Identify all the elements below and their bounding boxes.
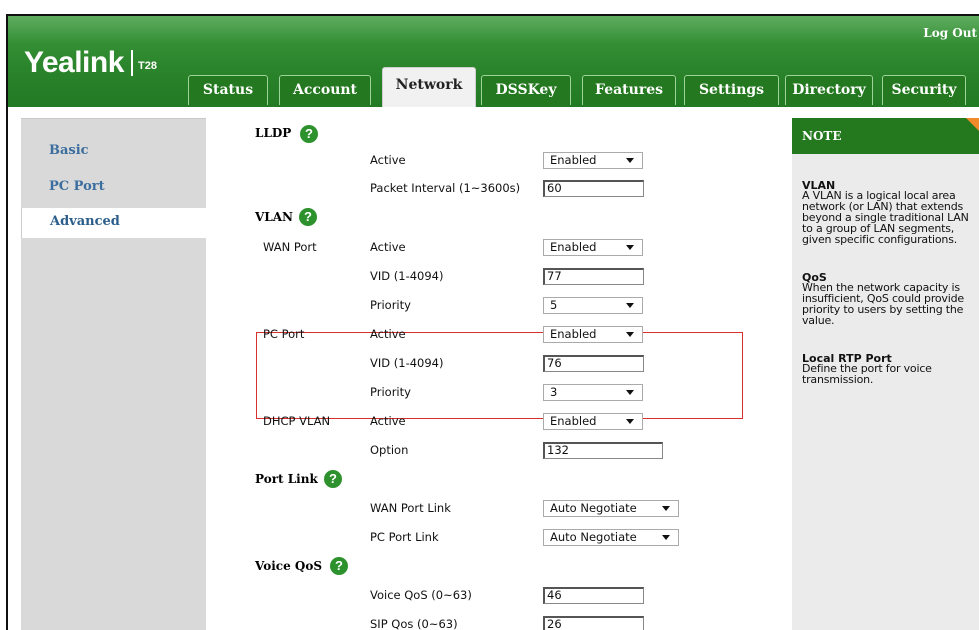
chevron-down-icon bbox=[662, 535, 670, 540]
brand-logo: Yealink bbox=[24, 46, 124, 79]
sip-qos-label: SIP Qos (0~63) bbox=[370, 617, 458, 630]
lldp-section-title: LLDP bbox=[255, 126, 292, 140]
screenshot-frame: Yealink T28 Log Out Status Account Netwo… bbox=[0, 0, 979, 630]
content-area: Basic PC Port Advanced LLDP ? Active Ena… bbox=[8, 107, 979, 630]
pc-vid-label: VID (1-4094) bbox=[370, 356, 444, 370]
left-sidebar: Basic PC Port Advanced bbox=[21, 118, 206, 630]
sidebar-item-basic[interactable]: Basic bbox=[21, 137, 206, 167]
tab-security[interactable]: Security bbox=[882, 75, 966, 105]
chevron-down-icon bbox=[662, 506, 670, 511]
dhcp-option-label: Option bbox=[370, 443, 409, 457]
tab-settings[interactable]: Settings bbox=[684, 75, 779, 105]
tab-account[interactable]: Account bbox=[279, 75, 371, 105]
port-link-section-title: Port Link bbox=[255, 472, 318, 486]
vlan-section-title: VLAN bbox=[255, 210, 294, 224]
chevron-down-icon bbox=[626, 419, 634, 424]
pc-port-group-label: PC Port bbox=[263, 327, 305, 341]
pc-port-highlight-box bbox=[256, 332, 743, 419]
wan-active-label: Active bbox=[370, 240, 406, 254]
lldp-active-value: Enabled bbox=[550, 153, 597, 167]
wan-priority-value: 5 bbox=[550, 298, 558, 312]
note-corner-decoration bbox=[966, 118, 979, 135]
pc-priority-value: 3 bbox=[550, 385, 558, 399]
wan-priority-label: Priority bbox=[370, 298, 411, 312]
pc-active-select[interactable]: Enabled bbox=[543, 326, 643, 343]
pc-port-link-select[interactable]: Auto Negotiate bbox=[543, 529, 679, 546]
note-header: NOTE bbox=[792, 118, 979, 154]
tab-directory[interactable]: Directory bbox=[785, 75, 873, 105]
logo-separator bbox=[131, 50, 133, 76]
wan-port-link-label: WAN Port Link bbox=[370, 501, 451, 515]
dhcp-vlan-group-label: DHCP VLAN bbox=[263, 414, 331, 428]
tab-dsskey[interactable]: DSSKey bbox=[481, 75, 571, 105]
pc-priority-select[interactable]: 3 bbox=[543, 384, 643, 401]
dhcp-option-input[interactable]: 132 bbox=[543, 442, 663, 459]
voice-qos-label: Voice QoS (0~63) bbox=[370, 588, 472, 602]
wan-vid-input[interactable]: 77 bbox=[543, 268, 644, 285]
pc-port-link-label: PC Port Link bbox=[370, 530, 439, 544]
voice-qos-section-title: Voice QoS bbox=[255, 559, 323, 573]
wan-active-select[interactable]: Enabled bbox=[543, 239, 643, 256]
logout-link[interactable]: Log Out bbox=[923, 26, 977, 40]
wan-port-link-value: Auto Negotiate bbox=[550, 501, 637, 515]
lldp-interval-label: Packet Interval (1~3600s) bbox=[370, 181, 521, 195]
web-ui-window: Yealink T28 Log Out Status Account Netwo… bbox=[6, 14, 979, 630]
vlan-help-icon[interactable]: ? bbox=[299, 208, 317, 226]
pc-vid-input[interactable]: 76 bbox=[543, 355, 644, 372]
chevron-down-icon bbox=[626, 158, 634, 163]
lldp-active-label: Active bbox=[370, 153, 406, 167]
tab-network[interactable]: Network bbox=[382, 67, 476, 107]
note-qos-text: When the network capacity is insufficien… bbox=[802, 281, 964, 327]
chevron-down-icon bbox=[626, 245, 634, 250]
tab-status[interactable]: Status bbox=[188, 75, 268, 105]
chevron-down-icon bbox=[626, 332, 634, 337]
dhcp-active-select[interactable]: Enabled bbox=[543, 413, 643, 430]
pc-active-value: Enabled bbox=[550, 327, 597, 341]
pc-port-link-value: Auto Negotiate bbox=[550, 530, 637, 544]
sip-qos-input[interactable]: 26 bbox=[543, 616, 644, 630]
top-header: Yealink T28 Log Out Status Account Netwo… bbox=[8, 16, 979, 107]
note-vlan-text: A VLAN is a logical local area network (… bbox=[802, 189, 969, 246]
note-rtp-text: Define the port for voice transmission. bbox=[802, 362, 932, 386]
wan-port-link-select[interactable]: Auto Negotiate bbox=[543, 500, 679, 517]
wan-priority-select[interactable]: 5 bbox=[543, 297, 643, 314]
lldp-active-select[interactable]: Enabled bbox=[543, 152, 643, 169]
port-link-help-icon[interactable]: ? bbox=[324, 470, 342, 488]
chevron-down-icon bbox=[626, 390, 634, 395]
note-panel: NOTE VLAN A VLAN is a logical local area… bbox=[792, 118, 979, 630]
lldp-interval-input[interactable]: 60 bbox=[543, 180, 644, 197]
wan-port-group-label: WAN Port bbox=[263, 240, 317, 254]
sidebar-item-advanced[interactable]: Advanced bbox=[21, 208, 206, 238]
wan-active-value: Enabled bbox=[550, 240, 597, 254]
header-shine bbox=[8, 16, 979, 44]
tab-features[interactable]: Features bbox=[582, 75, 676, 105]
pc-active-label: Active bbox=[370, 327, 406, 341]
sidebar-item-pc-port[interactable]: PC Port bbox=[21, 173, 206, 203]
model-label: T28 bbox=[138, 60, 157, 72]
voice-qos-input[interactable]: 46 bbox=[543, 587, 644, 604]
dhcp-active-value: Enabled bbox=[550, 414, 597, 428]
chevron-down-icon bbox=[626, 303, 634, 308]
pc-priority-label: Priority bbox=[370, 385, 411, 399]
wan-vid-label: VID (1-4094) bbox=[370, 269, 444, 283]
lldp-help-icon[interactable]: ? bbox=[300, 125, 318, 143]
voice-qos-help-icon[interactable]: ? bbox=[330, 557, 348, 575]
dhcp-active-label: Active bbox=[370, 414, 406, 428]
